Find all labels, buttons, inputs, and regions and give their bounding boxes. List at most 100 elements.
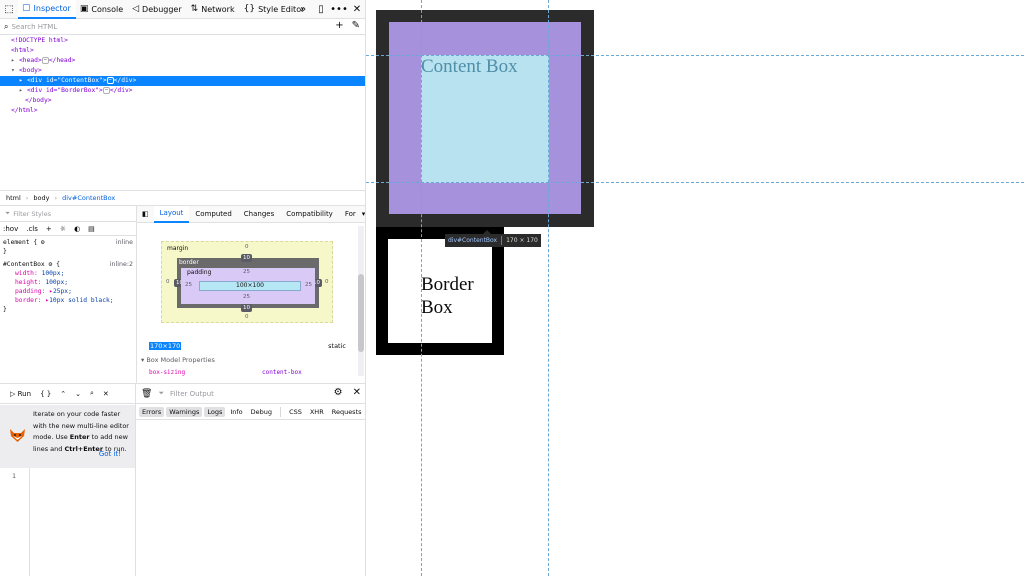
filter-output-input[interactable]: Filter Output <box>170 390 214 398</box>
add-node-icon[interactable]: + <box>335 20 343 31</box>
tree-body-close[interactable]: </body> <box>25 96 52 106</box>
ellipsis-badge[interactable]: ⋯ <box>102 86 110 94</box>
cls-button[interactable]: .cls <box>26 225 38 233</box>
expand-icon[interactable]: ▸ <box>19 76 27 86</box>
margin-right-value[interactable]: 0 <box>325 279 329 285</box>
box-model-properties-header[interactable]: ▾ Box Model Properties <box>141 356 215 364</box>
menu-icon[interactable]: ••• <box>330 0 348 19</box>
gear-icon[interactable]: ⚙ <box>49 261 53 268</box>
close-icon[interactable]: ✕ <box>103 390 109 398</box>
run-button[interactable]: ▷ Run <box>10 390 31 398</box>
light-mode-icon[interactable]: ☼ <box>60 225 66 233</box>
eyedropper-icon[interactable]: ✎ <box>352 20 360 31</box>
search-input[interactable]: Search HTML <box>11 23 57 31</box>
tab-compatibility[interactable]: Compatibility <box>280 206 339 223</box>
prop-value: 10px solid black; <box>49 297 114 304</box>
ellipsis-badge[interactable]: ⋯ <box>41 56 49 64</box>
tip-key: Enter <box>69 433 90 442</box>
pretty-print-button[interactable]: { } <box>40 390 51 398</box>
filter-css[interactable]: CSS <box>286 407 305 417</box>
div-close-tag: </div> <box>113 77 137 84</box>
filter-xhr[interactable]: XHR <box>307 407 327 417</box>
chevron-up-icon[interactable]: ⌃ <box>60 390 66 398</box>
expand-icon[interactable]: ▸ <box>19 86 27 96</box>
scrollbar-thumb[interactable] <box>358 274 364 352</box>
chevron-down-icon[interactable]: ▾ <box>362 210 365 218</box>
tree-html[interactable]: <html> <box>11 46 34 56</box>
search-icon[interactable]: ⌕ <box>90 389 94 398</box>
tab-network[interactable]: ⇅ Network <box>187 0 240 19</box>
print-icon[interactable]: ▤ <box>88 225 95 233</box>
pick-element-icon[interactable]: ⬚ <box>0 0 18 19</box>
tab-changes[interactable]: Changes <box>238 206 280 223</box>
filter-requests[interactable]: Requests <box>329 407 365 417</box>
element-rule-close: } <box>3 248 7 255</box>
trash-icon[interactable]: 🗑 <box>141 389 152 399</box>
declaration-height[interactable]: height: 100px; <box>3 278 133 287</box>
box-model-content[interactable]: 100×100 <box>199 281 301 291</box>
got-it-link[interactable]: Got it! <box>99 450 121 458</box>
border-box-line: Box <box>421 297 453 318</box>
tab-inspector[interactable]: ▢ Inspector <box>18 0 76 19</box>
content-box-text: Content Box <box>421 56 518 77</box>
tab-computed[interactable]: Computed <box>189 206 237 223</box>
margin-label: margin <box>167 245 189 252</box>
tree-div-borderbox[interactable]: ▸ <div id="BorderBox"> ⋯ </div> <box>19 86 133 96</box>
tab-fonts[interactable]: For <box>339 206 362 223</box>
padding-top-value[interactable]: 25 <box>243 269 250 275</box>
padding-left-value[interactable]: 25 <box>185 282 192 288</box>
tab-layout[interactable]: Layout <box>153 206 190 223</box>
guide-line-horizontal <box>366 182 1024 183</box>
gear-icon[interactable]: ⚙ <box>334 387 343 398</box>
tab-console-label: Console <box>91 4 124 14</box>
hov-button[interactable]: :hov <box>3 225 18 233</box>
tab-debugger[interactable]: ◁ Debugger <box>128 0 187 19</box>
margin-left-value[interactable]: 0 <box>166 279 170 285</box>
collapse-icon[interactable]: ▾ <box>11 66 19 76</box>
tree-div-contentbox[interactable]: ▸ <div id="ContentBox"> ⋯ </div> <box>0 76 365 86</box>
gear-icon[interactable]: ⚙ <box>41 239 45 246</box>
breadcrumb-div[interactable]: div#ContentBox <box>62 194 115 202</box>
tab-console[interactable]: ▣ Console <box>76 0 128 19</box>
border-top-value[interactable]: 10 <box>241 254 252 262</box>
expand-icon[interactable]: ▸ <box>11 56 19 66</box>
declaration-width[interactable]: width: 100px; <box>3 269 133 278</box>
filter-styles-input[interactable]: Filter Styles <box>13 210 51 218</box>
contentbox-rule-close: } <box>3 306 7 313</box>
ellipsis-badge[interactable]: ⋯ <box>106 76 114 84</box>
filter-warnings[interactable]: Warnings <box>166 406 203 417</box>
sidebar-toggle-icon[interactable]: ◧ <box>137 210 154 218</box>
filter-logs[interactable]: Logs <box>204 406 226 417</box>
border-box-text: Border Box <box>421 273 501 319</box>
breadcrumb-html[interactable]: html <box>6 194 21 202</box>
add-rule-icon[interactable]: + <box>46 225 52 233</box>
editor-tip: Iterate on your code faster with the new… <box>0 405 135 468</box>
breadcrumb-body[interactable]: body <box>33 194 49 202</box>
margin-top-value[interactable]: 0 <box>245 244 249 250</box>
dark-mode-icon[interactable]: ◐ <box>74 225 80 233</box>
dock-icon[interactable]: ▯ <box>312 0 330 19</box>
tree-body[interactable]: ▾ <body> <box>11 66 42 76</box>
layout-scrollbar[interactable] <box>358 226 364 376</box>
element-rule-source[interactable]: inline <box>116 238 133 247</box>
chevron-down-icon[interactable]: ⌄ <box>75 390 81 398</box>
filter-info[interactable]: Info <box>227 407 245 417</box>
close-icon[interactable]: ✕ <box>353 387 361 398</box>
border-bottom-value[interactable]: 10 <box>241 304 252 312</box>
contentbox-rule-source[interactable]: inline:2 <box>110 260 133 269</box>
filter-debug[interactable]: Debug <box>248 407 275 417</box>
margin-bottom-value[interactable]: 0 <box>245 314 249 320</box>
padding-right-value[interactable]: 25 <box>305 282 312 288</box>
tree-head[interactable]: ▸ <head> ⋯ </head> <box>11 56 75 66</box>
filter-errors[interactable]: Errors <box>139 406 165 417</box>
contentbox-selector[interactable]: #ContentBox <box>3 261 45 268</box>
infobar-divider <box>501 236 503 245</box>
declaration-border[interactable]: border: ▸10px solid black; <box>3 296 133 305</box>
console-icon: ▣ <box>79 4 89 14</box>
padding-bottom-value[interactable]: 25 <box>243 294 250 300</box>
more-tools-icon[interactable]: » <box>294 0 312 19</box>
tree-doctype[interactable]: <!DOCTYPE html> <box>11 36 68 46</box>
declaration-padding[interactable]: padding: ▸25px; <box>3 287 133 296</box>
close-icon[interactable]: ✕ <box>348 0 365 19</box>
tree-html-close[interactable]: </html> <box>11 106 38 116</box>
